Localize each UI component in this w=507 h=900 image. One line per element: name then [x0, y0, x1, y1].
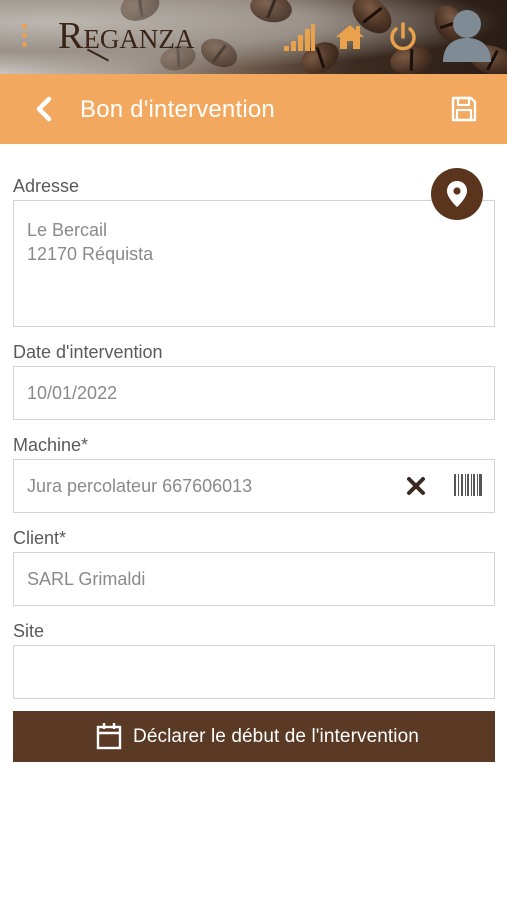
calendar-icon — [96, 723, 122, 750]
start-intervention-button[interactable]: Déclarer le début de l'intervention — [13, 711, 495, 762]
address-line-2: 12170 Réquista — [27, 244, 154, 264]
menu-dots-icon[interactable] — [22, 24, 28, 50]
map-pin-icon — [447, 181, 467, 207]
barcode-icon[interactable] — [454, 474, 482, 496]
address-field[interactable]: Le Bercail 12170 Réquista — [13, 200, 495, 327]
date-field[interactable]: 10/01/2022 — [13, 366, 495, 420]
top-banner: Reganza — [0, 0, 507, 74]
site-label: Site — [13, 621, 45, 641]
reganza-logo: Reganza — [58, 14, 194, 62]
locate-address-button[interactable] — [431, 168, 483, 220]
address-line-1: Le Bercail — [27, 220, 108, 240]
user-avatar-icon[interactable] — [441, 6, 493, 62]
power-icon[interactable] — [386, 20, 420, 54]
home-icon[interactable] — [333, 20, 367, 54]
floppy-disk-icon[interactable] — [451, 96, 477, 122]
start-intervention-label: Déclarer le début de l'intervention — [133, 726, 419, 747]
client-field[interactable]: SARL Grimaldi — [13, 552, 495, 606]
page-title: Bon d'intervention — [80, 96, 275, 123]
signal-bars-icon[interactable] — [282, 20, 316, 54]
machine-label: Machine* — [13, 435, 89, 455]
client-label: Client* — [13, 528, 67, 548]
date-label: Date d'intervention — [13, 342, 163, 362]
page-header: Bon d'intervention — [0, 74, 507, 144]
close-icon[interactable] — [406, 476, 426, 496]
address-label: Adresse — [13, 176, 80, 196]
site-field[interactable] — [13, 645, 495, 699]
chevron-left-icon[interactable] — [33, 96, 55, 122]
